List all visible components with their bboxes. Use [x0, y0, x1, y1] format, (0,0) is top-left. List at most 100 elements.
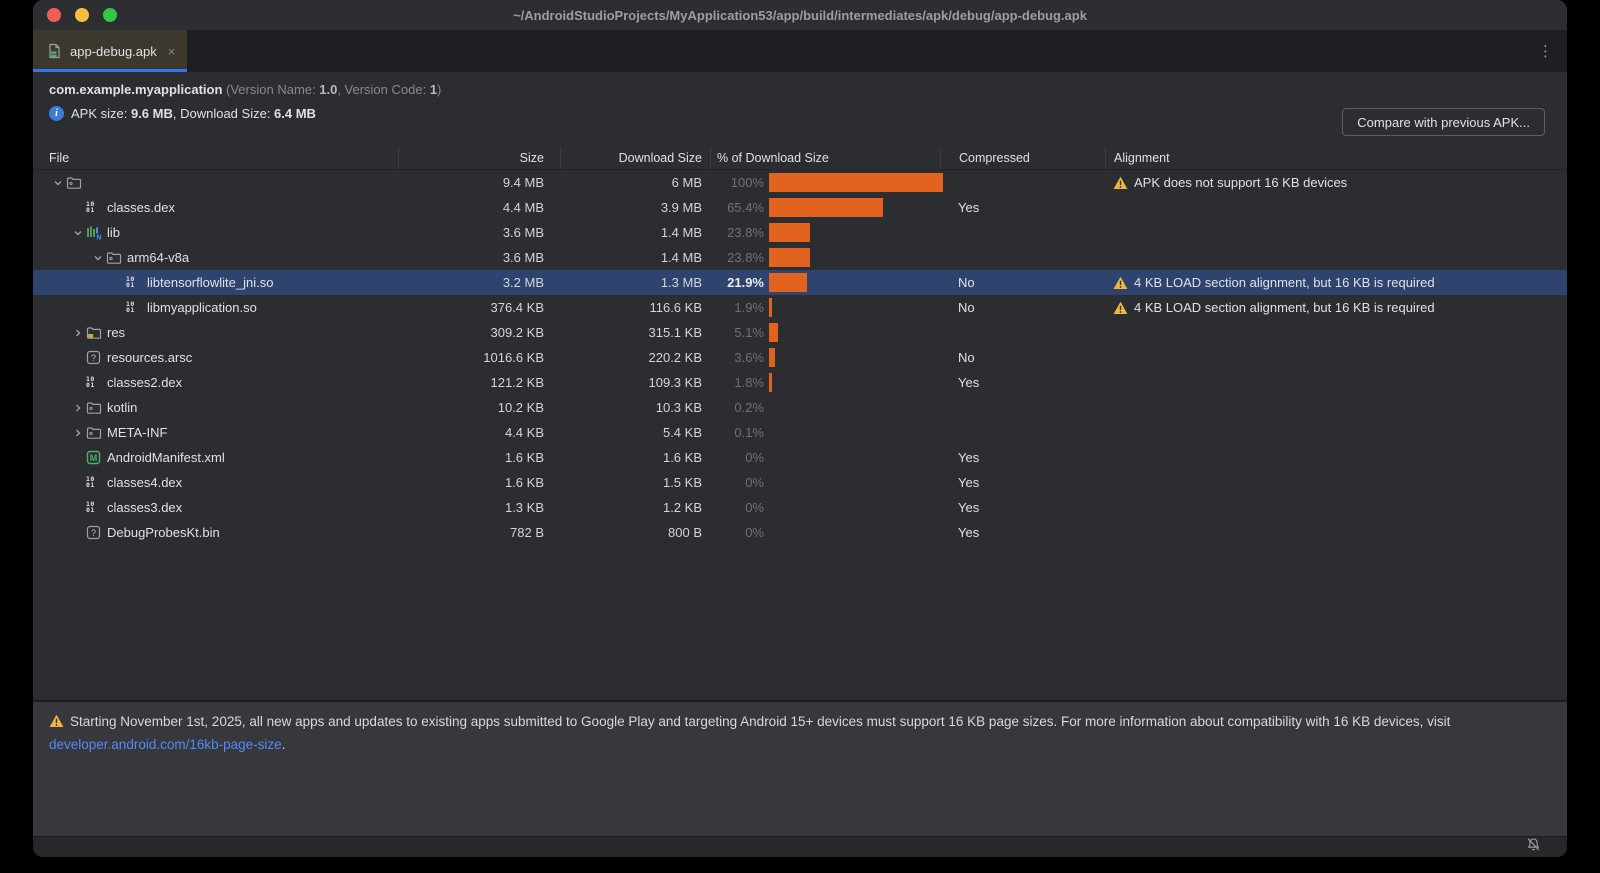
warning-icon [1113, 276, 1128, 290]
chevron-right-icon[interactable] [69, 400, 86, 416]
apk-file-icon [47, 43, 63, 59]
warning-icon [49, 713, 64, 734]
editor-tab-bar: app-debug.apk × ⋮ [33, 30, 1567, 72]
alignment-cell [1105, 370, 1567, 395]
download-size: 1.6 KB [662, 450, 702, 465]
file-size: 121.2 KB [490, 375, 545, 390]
pct-bar [769, 273, 807, 292]
table-row[interactable]: arm64-v8a 3.6 MB 1.4 MB 23.8% [33, 245, 1567, 270]
compressed-flag [940, 420, 1105, 445]
alignment-cell: 4 KB LOAD section alignment, but 16 KB i… [1105, 295, 1567, 320]
compare-with-previous-apk-button[interactable]: Compare with previous APK... [1342, 108, 1545, 136]
column-header-compressed[interactable]: Compressed [940, 147, 1105, 169]
alignment-cell: APK does not support 16 KB devices [1105, 170, 1567, 195]
file-size: 1016.6 KB [483, 350, 544, 365]
table-row[interactable]: Nlib 3.6 MB 1.4 MB 23.8% [33, 220, 1567, 245]
svg-text:N: N [97, 235, 102, 241]
column-header-file[interactable]: File [33, 147, 398, 169]
unknown-file-icon: ? [86, 350, 106, 366]
table-row[interactable]: 10 01 classes.dex 4.4 MB 3.9 MB 65.4% Yes [33, 195, 1567, 220]
notifications-muted-bell-icon[interactable] [1526, 837, 1541, 857]
pct-bar-track [769, 523, 940, 542]
alignment-warning-text: APK does not support 16 KB devices [1134, 175, 1348, 190]
16kb-warning-banner: Starting November 1st, 2025, all new app… [33, 700, 1567, 836]
pct-of-download: 0% [745, 450, 764, 465]
table-row[interactable]: res 309.2 KB 315.1 KB 5.1% [33, 320, 1567, 345]
version-code: 1 [429, 82, 438, 97]
pct-bar [769, 248, 810, 267]
table-row[interactable]: 10 01 libmyapplication.so 376.4 KB 116.6 KB 1… [33, 295, 1567, 320]
alignment-cell [1105, 420, 1567, 445]
chevron-right-icon[interactable] [69, 325, 86, 341]
compressed-flag: Yes [958, 375, 980, 390]
file-name: META-INF [107, 425, 168, 440]
compressed-flag: No [958, 275, 975, 290]
dex-file-icon: 10 01 [86, 375, 95, 389]
file-size: 9.4 MB [502, 175, 544, 190]
download-size-value: 6.4 MB [274, 106, 316, 121]
pct-bar-track [769, 498, 940, 517]
compressed-flag [940, 395, 1105, 420]
file-size: 3.2 MB [502, 275, 544, 290]
table-row[interactable]: ? DebugProbesKt.bin 782 B 800 B 0% Yes [33, 520, 1567, 545]
alignment-cell [1105, 395, 1567, 420]
table-row[interactable]: 10 01 libtensorflowlite_jni.so 3.2 MB 1.3 MB… [33, 270, 1567, 295]
compressed-flag [940, 170, 1105, 195]
close-window-button[interactable] [47, 8, 61, 22]
pct-bar-track [769, 298, 940, 317]
package-version-line: com.example.myapplication (Version Name:… [49, 82, 442, 97]
chevron-down-icon[interactable] [69, 225, 86, 241]
pkg-folder-icon [86, 425, 106, 441]
table-row[interactable]: M AndroidManifest.xml 1.6 KB 1.6 KB 0% Yes [33, 445, 1567, 470]
compressed-flag: No [958, 300, 975, 315]
alignment-cell [1105, 220, 1567, 245]
minimize-window-button[interactable] [75, 8, 89, 22]
column-header-size[interactable]: Size [398, 147, 560, 169]
column-header-alignment[interactable]: Alignment [1105, 147, 1567, 169]
banner-text: Starting November 1st, 2025, all new app… [70, 714, 1451, 729]
tab-options-kebab-icon[interactable]: ⋮ [1538, 30, 1553, 72]
folder-icon [106, 250, 126, 266]
traffic-lights [47, 8, 117, 22]
compressed-flag: Yes [958, 525, 980, 540]
file-size: 376.4 KB [490, 300, 545, 315]
column-header-pct-of-download[interactable]: % of Download Size [710, 147, 940, 169]
chevron-down-icon[interactable] [49, 175, 66, 191]
table-row[interactable]: kotlin 10.2 KB 10.3 KB 0.2% [33, 395, 1567, 420]
table-row[interactable]: META-INF 4.4 KB 5.4 KB 0.1% [33, 420, 1567, 445]
file-size: 1.6 KB [504, 475, 544, 490]
pct-of-download: 0% [745, 500, 764, 515]
table-row[interactable]: 10 01 classes3.dex 1.3 KB 1.2 KB 0% Yes [33, 495, 1567, 520]
table-row[interactable]: 10 01 classes4.dex 1.6 KB 1.5 KB 0% Yes [33, 470, 1567, 495]
chevron-down-icon[interactable] [89, 250, 106, 266]
compressed-flag [940, 320, 1105, 345]
compressed-flag [940, 220, 1105, 245]
table-row[interactable]: 9.4 MB 6 MB 100% APK does not support 16 KB… [33, 170, 1567, 195]
zoom-window-button[interactable] [103, 8, 117, 22]
alignment-cell [1105, 520, 1567, 545]
pct-bar [769, 198, 883, 217]
window-title: ~/AndroidStudioProjects/MyApplication53/… [513, 7, 1087, 23]
compressed-flag: Yes [958, 500, 980, 515]
alignment-cell [1105, 345, 1567, 370]
column-header-download-size[interactable]: Download Size [560, 147, 710, 169]
svg-text:?: ? [91, 528, 96, 538]
table-row[interactable]: 10 01 classes2.dex 121.2 KB 109.3 KB 1.8% Yes [33, 370, 1567, 395]
file-size: 3.6 MB [502, 250, 544, 265]
download-size: 5.4 KB [662, 425, 702, 440]
pct-of-download: 23.8% [727, 225, 764, 240]
table-row[interactable]: ? resources.arsc 1016.6 KB 220.2 KB 3.6% No [33, 345, 1567, 370]
tab-app-debug-apk[interactable]: app-debug.apk × [33, 30, 188, 72]
16kb-page-size-link[interactable]: developer.android.com/16kb-page-size [49, 737, 282, 752]
tab-close-icon[interactable]: × [168, 44, 176, 59]
file-size: 10.2 KB [497, 400, 544, 415]
chevron-right-icon[interactable] [69, 425, 86, 441]
pct-bar-track [769, 398, 940, 417]
file-size: 1.3 KB [504, 500, 544, 515]
